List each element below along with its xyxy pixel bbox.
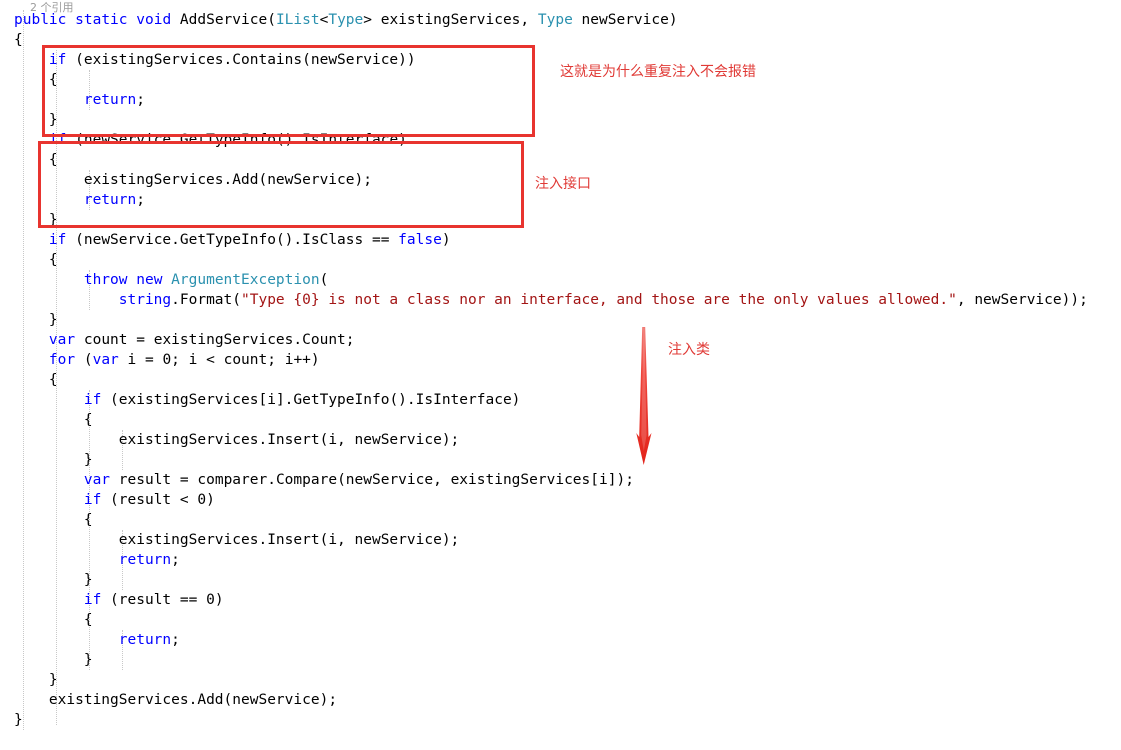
code-line[interactable]: } [0,110,1121,130]
code-line[interactable]: { [0,610,1121,630]
code-line[interactable]: { [0,370,1121,390]
code-editor-surface[interactable]: 2 个引用 public static void AddService(ILis… [0,0,1121,750]
code-line[interactable]: return; [0,190,1121,210]
code-line[interactable]: { [0,250,1121,270]
code-line[interactable]: { [0,410,1121,430]
code-line[interactable]: if (newService.GetTypeInfo().IsInterface… [0,130,1121,150]
code-line[interactable]: { [0,510,1121,530]
annotation-inject-class: 注入类 [668,342,710,358]
code-line[interactable]: return; [0,90,1121,110]
code-line[interactable]: } [0,210,1121,230]
code-line[interactable]: } [0,670,1121,690]
code-line[interactable]: { [0,30,1121,50]
code-line[interactable]: if (newService.GetTypeInfo().IsClass == … [0,230,1121,250]
code-line[interactable]: return; [0,630,1121,650]
code-line[interactable]: } [0,650,1121,670]
code-line[interactable]: return; [0,550,1121,570]
code-line[interactable]: string.Format("Type {0} is not a class n… [0,290,1121,310]
annotation-inject-interface: 注入接口 [535,176,591,192]
code-line[interactable]: existingServices.Add(newService); [0,690,1121,710]
code-line[interactable]: var result = comparer.Compare(newService… [0,470,1121,490]
code-line[interactable]: } [0,450,1121,470]
code-lines[interactable]: public static void AddService(IList<Type… [0,10,1121,730]
code-line[interactable]: if (result < 0) [0,490,1121,510]
code-line[interactable]: { [0,150,1121,170]
code-line[interactable]: for (var i = 0; i < count; i++) [0,350,1121,370]
code-line[interactable]: existingServices.Insert(i, newService); [0,430,1121,450]
annotation-duplicate-inject: 这就是为什么重复注入不会报错 [560,64,756,80]
code-line[interactable]: if (result == 0) [0,590,1121,610]
code-line[interactable]: } [0,310,1121,330]
code-line[interactable]: throw new ArgumentException( [0,270,1121,290]
code-line[interactable]: var count = existingServices.Count; [0,330,1121,350]
code-line[interactable]: } [0,710,1121,730]
code-line[interactable]: public static void AddService(IList<Type… [0,10,1121,30]
code-line[interactable]: if (existingServices[i].GetTypeInfo().Is… [0,390,1121,410]
code-line[interactable]: existingServices.Insert(i, newService); [0,530,1121,550]
code-line[interactable]: } [0,570,1121,590]
